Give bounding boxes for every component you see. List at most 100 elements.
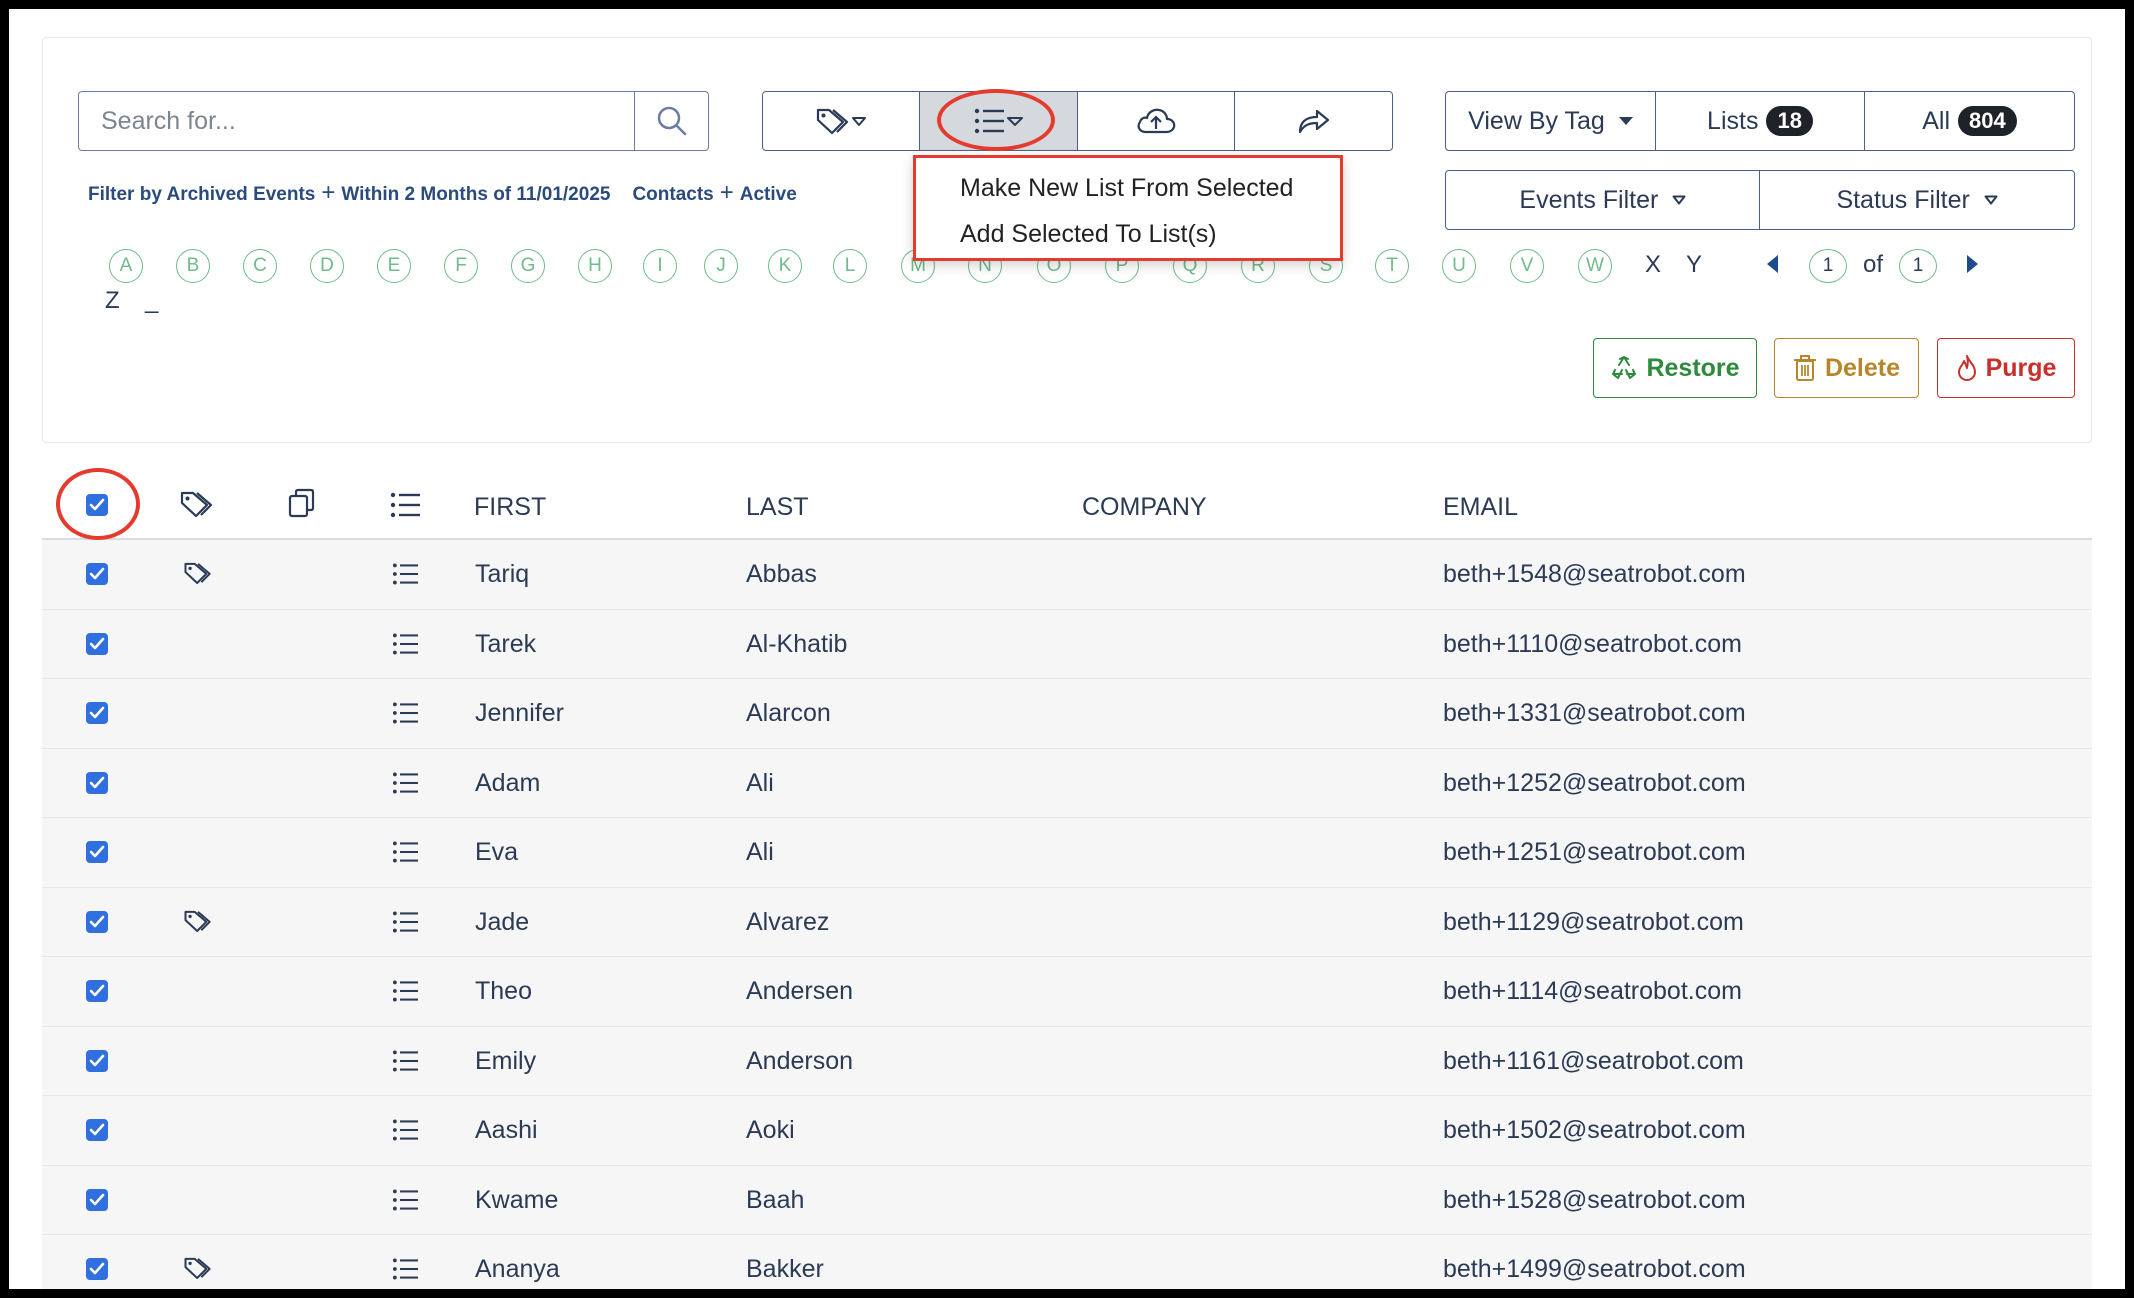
alphabet-letter-j[interactable]: J	[704, 249, 738, 283]
cell-email[interactable]: beth+1114@seatrobot.com	[1443, 977, 1742, 1006]
alphabet-letter-y[interactable]: Y	[1686, 251, 1702, 279]
alphabet-letter-t[interactable]: T	[1375, 249, 1409, 283]
row-list-icon[interactable]	[392, 701, 420, 730]
cell-email[interactable]: beth+1548@seatrobot.com	[1443, 560, 1746, 589]
table-row[interactable]: Tariq Abbas beth+1548@seatrobot.com	[42, 540, 2092, 610]
column-header-first[interactable]: FIRST	[474, 493, 546, 522]
cell-email[interactable]: beth+1331@seatrobot.com	[1443, 699, 1746, 728]
row-tag-icon[interactable]	[183, 1255, 213, 1286]
lists-button[interactable]: Lists 18	[1654, 91, 1866, 151]
alphabet-letter-c[interactable]: C	[243, 249, 277, 283]
row-list-icon[interactable]	[392, 1118, 420, 1147]
column-header-last[interactable]: LAST	[746, 493, 809, 522]
alphabet-letter-z[interactable]: Z	[105, 287, 120, 315]
select-all-checkbox[interactable]	[86, 494, 108, 516]
row-tag-icon[interactable]	[183, 560, 213, 591]
alphabet-letter-v[interactable]: V	[1510, 249, 1544, 283]
add-to-list-option[interactable]: Add Selected To List(s)	[960, 220, 1217, 249]
upload-button[interactable]	[1076, 91, 1236, 151]
row-list-icon[interactable]	[392, 771, 420, 800]
alphabet-letter-d[interactable]: D	[310, 249, 344, 283]
row-checkbox[interactable]	[86, 841, 108, 863]
search-button[interactable]	[634, 91, 709, 151]
filter-active[interactable]: Active	[740, 184, 797, 205]
filter-archived-events[interactable]: Filter by Archived Events	[88, 184, 315, 205]
alphabet-letter-underscore[interactable]: _	[145, 287, 158, 315]
view-by-tag-button[interactable]: View By Tag	[1445, 91, 1656, 151]
table-row[interactable]: Eva Ali beth+1251@seatrobot.com	[42, 818, 2092, 888]
row-checkbox[interactable]	[86, 1258, 108, 1280]
alphabet-letter-e[interactable]: E	[377, 249, 411, 283]
row-checkbox[interactable]	[86, 632, 108, 655]
table-row[interactable]: Emily Anderson beth+1161@seatrobot.com	[42, 1026, 2092, 1096]
filter-contacts[interactable]: Contacts	[632, 184, 713, 205]
cell-email[interactable]: beth+1251@seatrobot.com	[1443, 838, 1746, 867]
row-list-icon[interactable]	[392, 910, 420, 939]
cell-last-name: Ali	[746, 838, 774, 866]
chevron-down-icon	[852, 117, 867, 126]
cell-email[interactable]: beth+1499@seatrobot.com	[1443, 1255, 1746, 1284]
cell-email[interactable]: beth+1129@seatrobot.com	[1443, 908, 1744, 937]
restore-button[interactable]: Restore	[1593, 338, 1757, 398]
cell-email[interactable]: beth+1161@seatrobot.com	[1443, 1047, 1744, 1076]
alphabet-letter-a[interactable]: A	[109, 249, 143, 283]
row-checkbox[interactable]	[86, 563, 108, 585]
cell-email[interactable]: beth+1110@seatrobot.com	[1443, 630, 1742, 659]
cell-email[interactable]: beth+1528@seatrobot.com	[1443, 1186, 1746, 1215]
tag-column-icon[interactable]	[179, 489, 215, 519]
alphabet-letter-l[interactable]: L	[833, 249, 867, 283]
row-checkbox[interactable]	[86, 771, 108, 794]
row-list-icon[interactable]	[392, 840, 420, 869]
next-page-arrow-icon[interactable]	[1967, 255, 1978, 273]
alphabet-letter-b[interactable]: B	[176, 249, 210, 283]
status-filter-button[interactable]: Status Filter	[1759, 170, 2075, 230]
row-list-icon[interactable]	[392, 1257, 420, 1286]
column-header-company[interactable]: COMPANY	[1082, 493, 1207, 522]
alphabet-letter-i[interactable]: I	[643, 249, 677, 283]
list-column-icon[interactable]	[390, 491, 422, 519]
table-row[interactable]: Jennifer Alarcon beth+1331@seatrobot.com	[42, 679, 2092, 749]
alphabet-letter-h[interactable]: H	[578, 249, 612, 283]
delete-button[interactable]: Delete	[1774, 338, 1919, 398]
row-list-icon[interactable]	[392, 979, 420, 1008]
current-page-indicator[interactable]: 1	[1809, 249, 1847, 283]
table-row[interactable]: Kwame Baah beth+1528@seatrobot.com	[42, 1165, 2092, 1235]
search-input[interactable]	[78, 91, 634, 151]
alphabet-letter-w[interactable]: W	[1578, 249, 1612, 283]
prev-page-arrow-icon[interactable]	[1767, 255, 1778, 273]
row-checkbox[interactable]	[86, 1188, 108, 1211]
table-row[interactable]: Ananya Bakker beth+1499@seatrobot.com	[42, 1235, 2092, 1289]
row-checkbox[interactable]	[86, 980, 108, 1002]
cell-email[interactable]: beth+1502@seatrobot.com	[1443, 1116, 1746, 1145]
row-tag-icon[interactable]	[183, 908, 213, 939]
list-dropdown-button[interactable]	[919, 91, 1079, 151]
table-row[interactable]: Tarek Al-Khatib beth+1110@seatrobot.com	[42, 609, 2092, 679]
alphabet-letter-g[interactable]: G	[511, 249, 545, 283]
table-row[interactable]: Theo Andersen beth+1114@seatrobot.com	[42, 957, 2092, 1027]
purge-button[interactable]: Purge	[1937, 338, 2075, 398]
events-filter-button[interactable]: Events Filter	[1445, 170, 1761, 230]
row-checkbox[interactable]	[86, 702, 108, 724]
copy-icon[interactable]	[287, 487, 317, 519]
table-row[interactable]: Aashi Aoki beth+1502@seatrobot.com	[42, 1096, 2092, 1166]
row-list-icon[interactable]	[392, 1049, 420, 1078]
row-list-icon[interactable]	[392, 562, 420, 591]
alphabet-letter-u[interactable]: U	[1442, 249, 1476, 283]
alphabet-letter-x[interactable]: X	[1645, 251, 1661, 279]
cell-email[interactable]: beth+1252@seatrobot.com	[1443, 769, 1746, 798]
row-checkbox[interactable]	[86, 1049, 108, 1072]
table-row[interactable]: Adam Ali beth+1252@seatrobot.com	[42, 748, 2092, 818]
row-list-icon[interactable]	[392, 632, 420, 661]
share-button[interactable]	[1234, 91, 1393, 151]
all-button[interactable]: All 804	[1864, 91, 2075, 151]
column-header-email[interactable]: EMAIL	[1443, 493, 1518, 522]
row-list-icon[interactable]	[392, 1188, 420, 1217]
filter-date-range[interactable]: Within 2 Months of 11/01/2025	[341, 184, 610, 205]
make-new-list-option[interactable]: Make New List From Selected	[960, 174, 1293, 203]
alphabet-letter-f[interactable]: F	[444, 249, 478, 283]
row-checkbox[interactable]	[86, 1119, 108, 1141]
tag-dropdown-button[interactable]	[762, 91, 921, 151]
alphabet-letter-k[interactable]: K	[768, 249, 802, 283]
table-row[interactable]: Jade Alvarez beth+1129@seatrobot.com	[42, 887, 2092, 957]
row-checkbox[interactable]	[86, 910, 108, 933]
